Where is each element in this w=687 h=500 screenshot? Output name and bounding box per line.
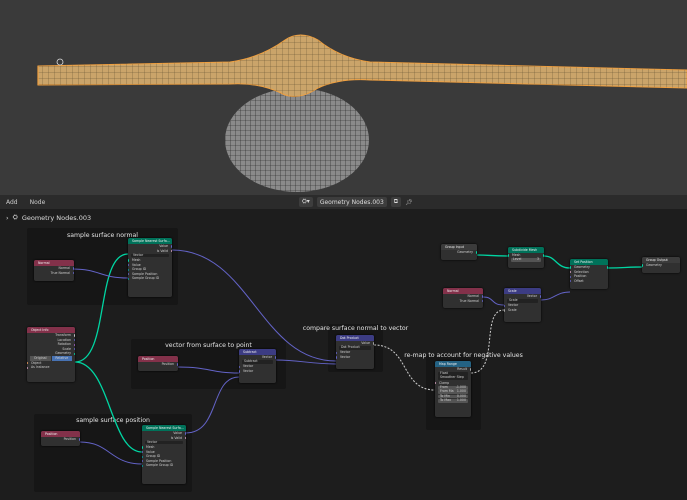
interpolation-dropdown[interactable]: Smoother Step xyxy=(438,376,468,380)
node-tree-icon: ⛭ xyxy=(12,213,18,221)
link-geometry xyxy=(74,253,129,363)
socket-position[interactable]: Position xyxy=(41,437,80,442)
chevron-right-icon[interactable]: › xyxy=(6,214,9,222)
socket-vector-out[interactable]: Vector xyxy=(239,355,276,360)
socket-sample-group-id[interactable]: Sample Group ID xyxy=(142,463,186,468)
socket-position[interactable]: Position xyxy=(138,362,178,367)
link-geometry xyxy=(607,266,643,269)
node-sample-nearest-surface-normal[interactable]: Sample Nearest Surfa... Value Is Valid V… xyxy=(128,238,172,297)
socket-sample-group-id[interactable]: Sample Group ID xyxy=(128,276,172,281)
data-type-dropdown[interactable]: Vector xyxy=(131,253,169,258)
node-group-output[interactable]: Group Output Geometry xyxy=(642,257,680,273)
link-vector xyxy=(185,376,240,434)
clamp-checkbox[interactable]: Clamp xyxy=(435,381,471,386)
node-subtract[interactable]: Subtract Vector Subtract Vector Vector xyxy=(239,349,276,383)
node-map-range[interactable]: Map Range Result Float Smoother Step Cla… xyxy=(435,361,471,417)
node-object-info[interactable]: Object Info Transform Location Rotation … xyxy=(27,327,75,382)
pin-icon[interactable]: 📌︎ xyxy=(405,199,413,206)
menu-node[interactable]: Node xyxy=(24,199,52,206)
3d-viewport[interactable] xyxy=(0,0,687,195)
breadcrumb: › ⛭ Geometry Nodes.003 xyxy=(6,213,91,222)
link-position xyxy=(79,441,143,465)
level-field[interactable]: Level 3 xyxy=(511,257,541,262)
viewport-scene xyxy=(37,34,687,192)
link-geometry xyxy=(476,254,509,257)
node-position[interactable]: Position Position xyxy=(138,356,178,371)
socket-scale-in[interactable]: Scale xyxy=(504,308,541,313)
node-tree-name[interactable]: Geometry Nodes.003 xyxy=(316,197,387,207)
node-normal[interactable]: Normal Normal True Normal xyxy=(443,288,483,308)
node-set-position[interactable]: Set Position Geometry Selection Position… xyxy=(570,259,608,289)
socket-true-normal[interactable]: True Normal xyxy=(34,271,74,276)
socket-is-valid[interactable]: Is Valid xyxy=(142,436,186,441)
node-sample-nearest-surface-position[interactable]: Sample Nearest Surfa... Value Is Valid V… xyxy=(142,425,186,484)
to-max-field[interactable]: To Max 1.000 xyxy=(438,398,468,403)
socket-vector-b[interactable]: Vector xyxy=(336,355,374,360)
socket-mesh[interactable]: Mesh xyxy=(508,253,544,258)
link-normal xyxy=(71,268,129,279)
origin-icon xyxy=(56,58,64,66)
link-geometry xyxy=(74,361,143,453)
socket-offset[interactable]: Offset xyxy=(570,279,608,284)
breadcrumb-label: Geometry Nodes.003 xyxy=(21,213,92,222)
node-normal[interactable]: Normal Normal True Normal xyxy=(34,260,74,281)
socket-result[interactable]: Result xyxy=(435,367,471,372)
link-geometry xyxy=(543,255,571,269)
socket-value-out[interactable]: Value xyxy=(336,341,374,346)
node-tree-selector: ⛭▾ Geometry Nodes.003 ⧉ 📌︎ xyxy=(299,196,413,208)
operation-dropdown[interactable]: Subtract xyxy=(242,360,273,364)
socket-true-normal[interactable]: True Normal xyxy=(443,299,483,304)
socket-geometry[interactable]: Geometry xyxy=(642,263,680,268)
operation-dropdown[interactable]: Dot Product xyxy=(339,346,371,350)
node-subdivide-mesh[interactable]: Subdivide Mesh Mesh Level 3 xyxy=(508,247,544,268)
socket-vector-out[interactable]: Vector xyxy=(504,294,541,299)
operation-dropdown[interactable]: Scale xyxy=(507,299,538,303)
copy-icon[interactable]: ⧉ xyxy=(390,197,402,207)
link-vector xyxy=(540,291,571,301)
link-value xyxy=(373,344,436,391)
data-type-dropdown[interactable]: Vector xyxy=(145,440,183,445)
node-group-input[interactable]: Group Input Geometry xyxy=(441,244,477,260)
socket-is-valid[interactable]: Is Valid xyxy=(128,249,172,254)
node-graph[interactable]: sample surface normal vector from surfac… xyxy=(0,224,687,500)
link-normal xyxy=(482,296,505,306)
socket-vector-b[interactable]: Vector xyxy=(239,369,276,374)
link-result xyxy=(470,309,505,374)
menu-add[interactable]: Add xyxy=(0,199,24,206)
node-position[interactable]: Position Position xyxy=(41,431,80,446)
socket-as-instance[interactable]: As Instance xyxy=(27,365,75,370)
node-scale[interactable]: Scale Vector Scale Vector Scale xyxy=(504,288,541,322)
link-position xyxy=(177,366,240,374)
node-tree-type-icon[interactable]: ⛭▾ xyxy=(299,197,313,207)
socket-geometry[interactable]: Geometry xyxy=(441,250,477,255)
node-dot-product[interactable]: Dot Product Value Dot Product Vector Vec… xyxy=(336,335,374,369)
link-vector xyxy=(171,249,337,362)
